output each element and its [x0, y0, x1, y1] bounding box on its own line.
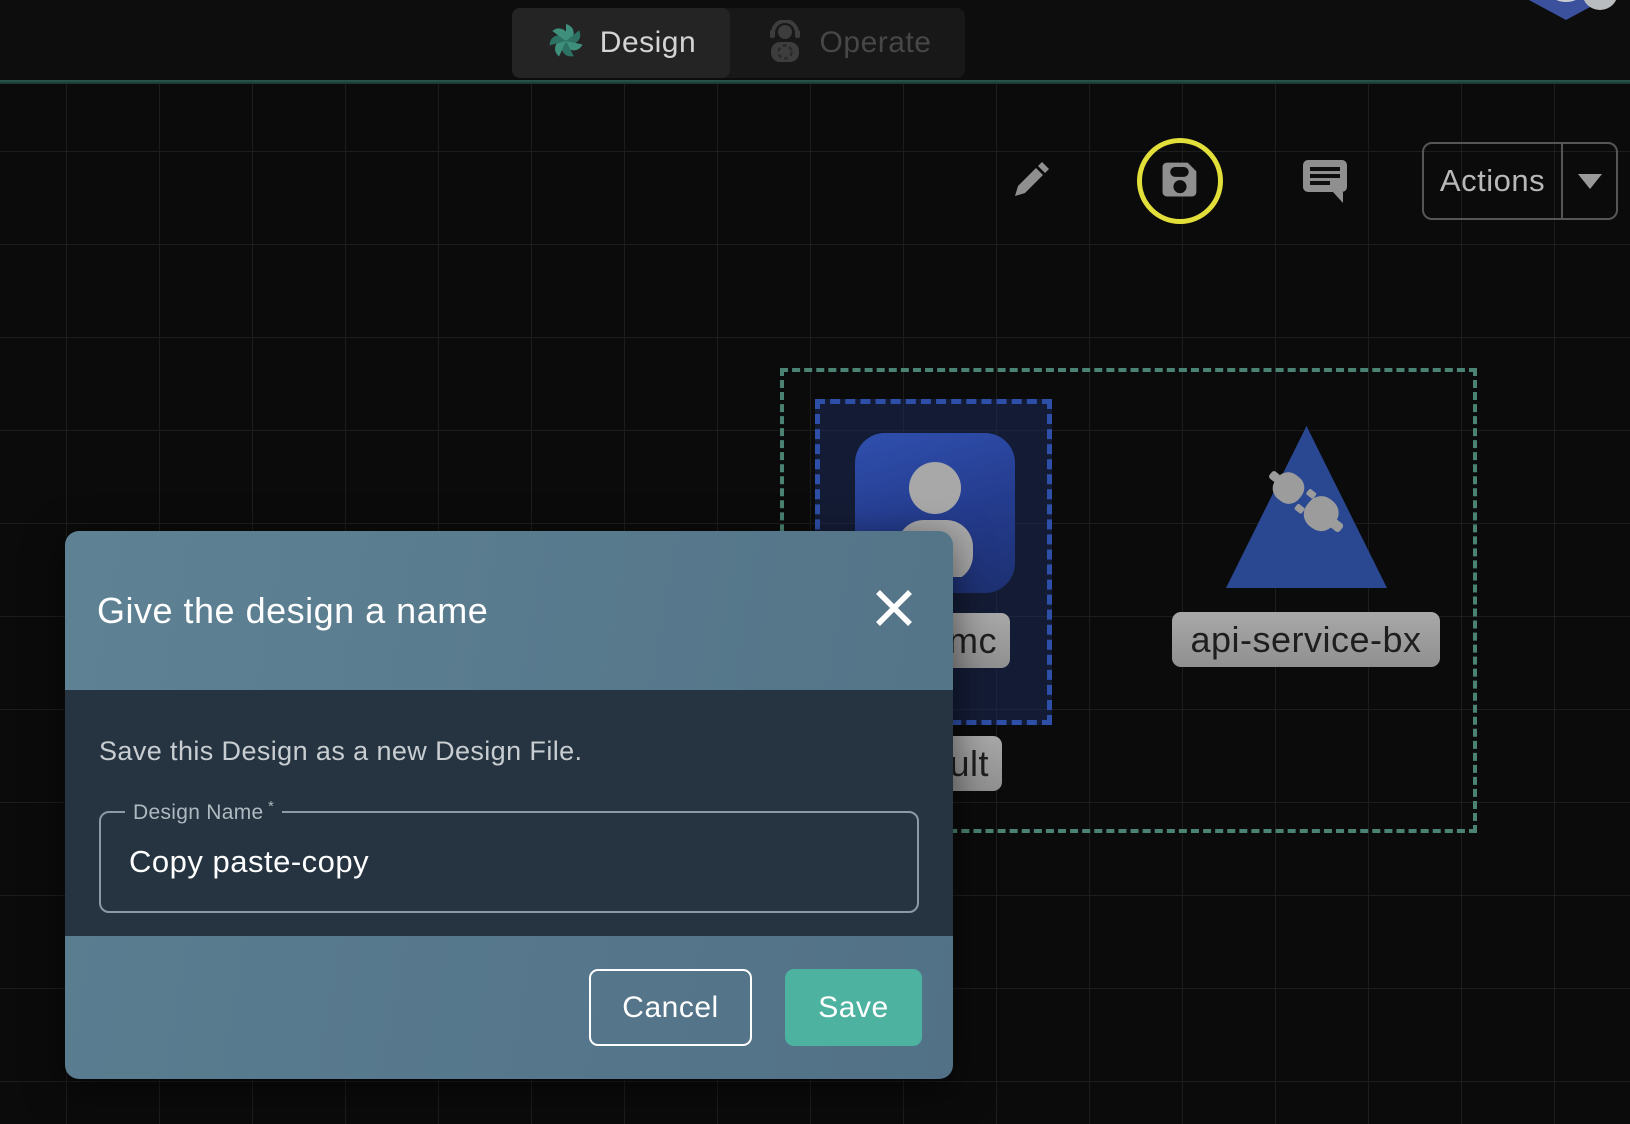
modal-body: Save this Design as a new Design File. D… [65, 690, 953, 936]
save-button[interactable]: Save [785, 969, 922, 1046]
chevron-down-icon [1578, 174, 1602, 189]
avatar [1582, 0, 1618, 10]
tab-operate-label: Operate [820, 26, 932, 60]
close-button[interactable] [871, 588, 917, 634]
actions-dropdown-button[interactable] [1563, 144, 1616, 218]
design-name-input[interactable] [129, 813, 889, 911]
edit-button[interactable] [1003, 156, 1057, 210]
modal-title: Give the design a name [97, 590, 488, 632]
mode-tabs: Design Operate [512, 8, 965, 78]
node-label-api-service[interactable]: api-service-bx [1172, 612, 1440, 667]
plug-icon [1258, 455, 1354, 551]
meshery-logo-icon [546, 21, 586, 66]
edit-icon [1007, 158, 1053, 209]
operate-icon [764, 20, 806, 67]
cancel-button[interactable]: Cancel [589, 969, 752, 1046]
modal-description: Save this Design as a new Design File. [99, 736, 919, 767]
tab-design[interactable]: Design [512, 8, 730, 78]
tab-design-label: Design [600, 26, 696, 60]
comment-icon [1299, 156, 1351, 211]
design-name-field[interactable]: Design Name * [99, 811, 919, 913]
app-badge[interactable] [1520, 0, 1630, 24]
actions-split-button[interactable]: Actions [1422, 142, 1618, 220]
tab-operate[interactable]: Operate [730, 8, 965, 78]
save-button-toolbar[interactable] [1137, 138, 1223, 224]
close-icon [873, 587, 915, 634]
canvas-top-accent-line [0, 80, 1630, 84]
save-design-modal: Give the design a name Save this Design … [65, 531, 953, 1079]
save-icon [1156, 155, 1204, 208]
top-bar: Design Operate [0, 0, 1630, 80]
comment-button[interactable] [1296, 156, 1354, 210]
modal-footer: Cancel Save [65, 936, 953, 1079]
modal-header: Give the design a name [65, 531, 953, 690]
actions-button[interactable]: Actions [1424, 144, 1561, 218]
